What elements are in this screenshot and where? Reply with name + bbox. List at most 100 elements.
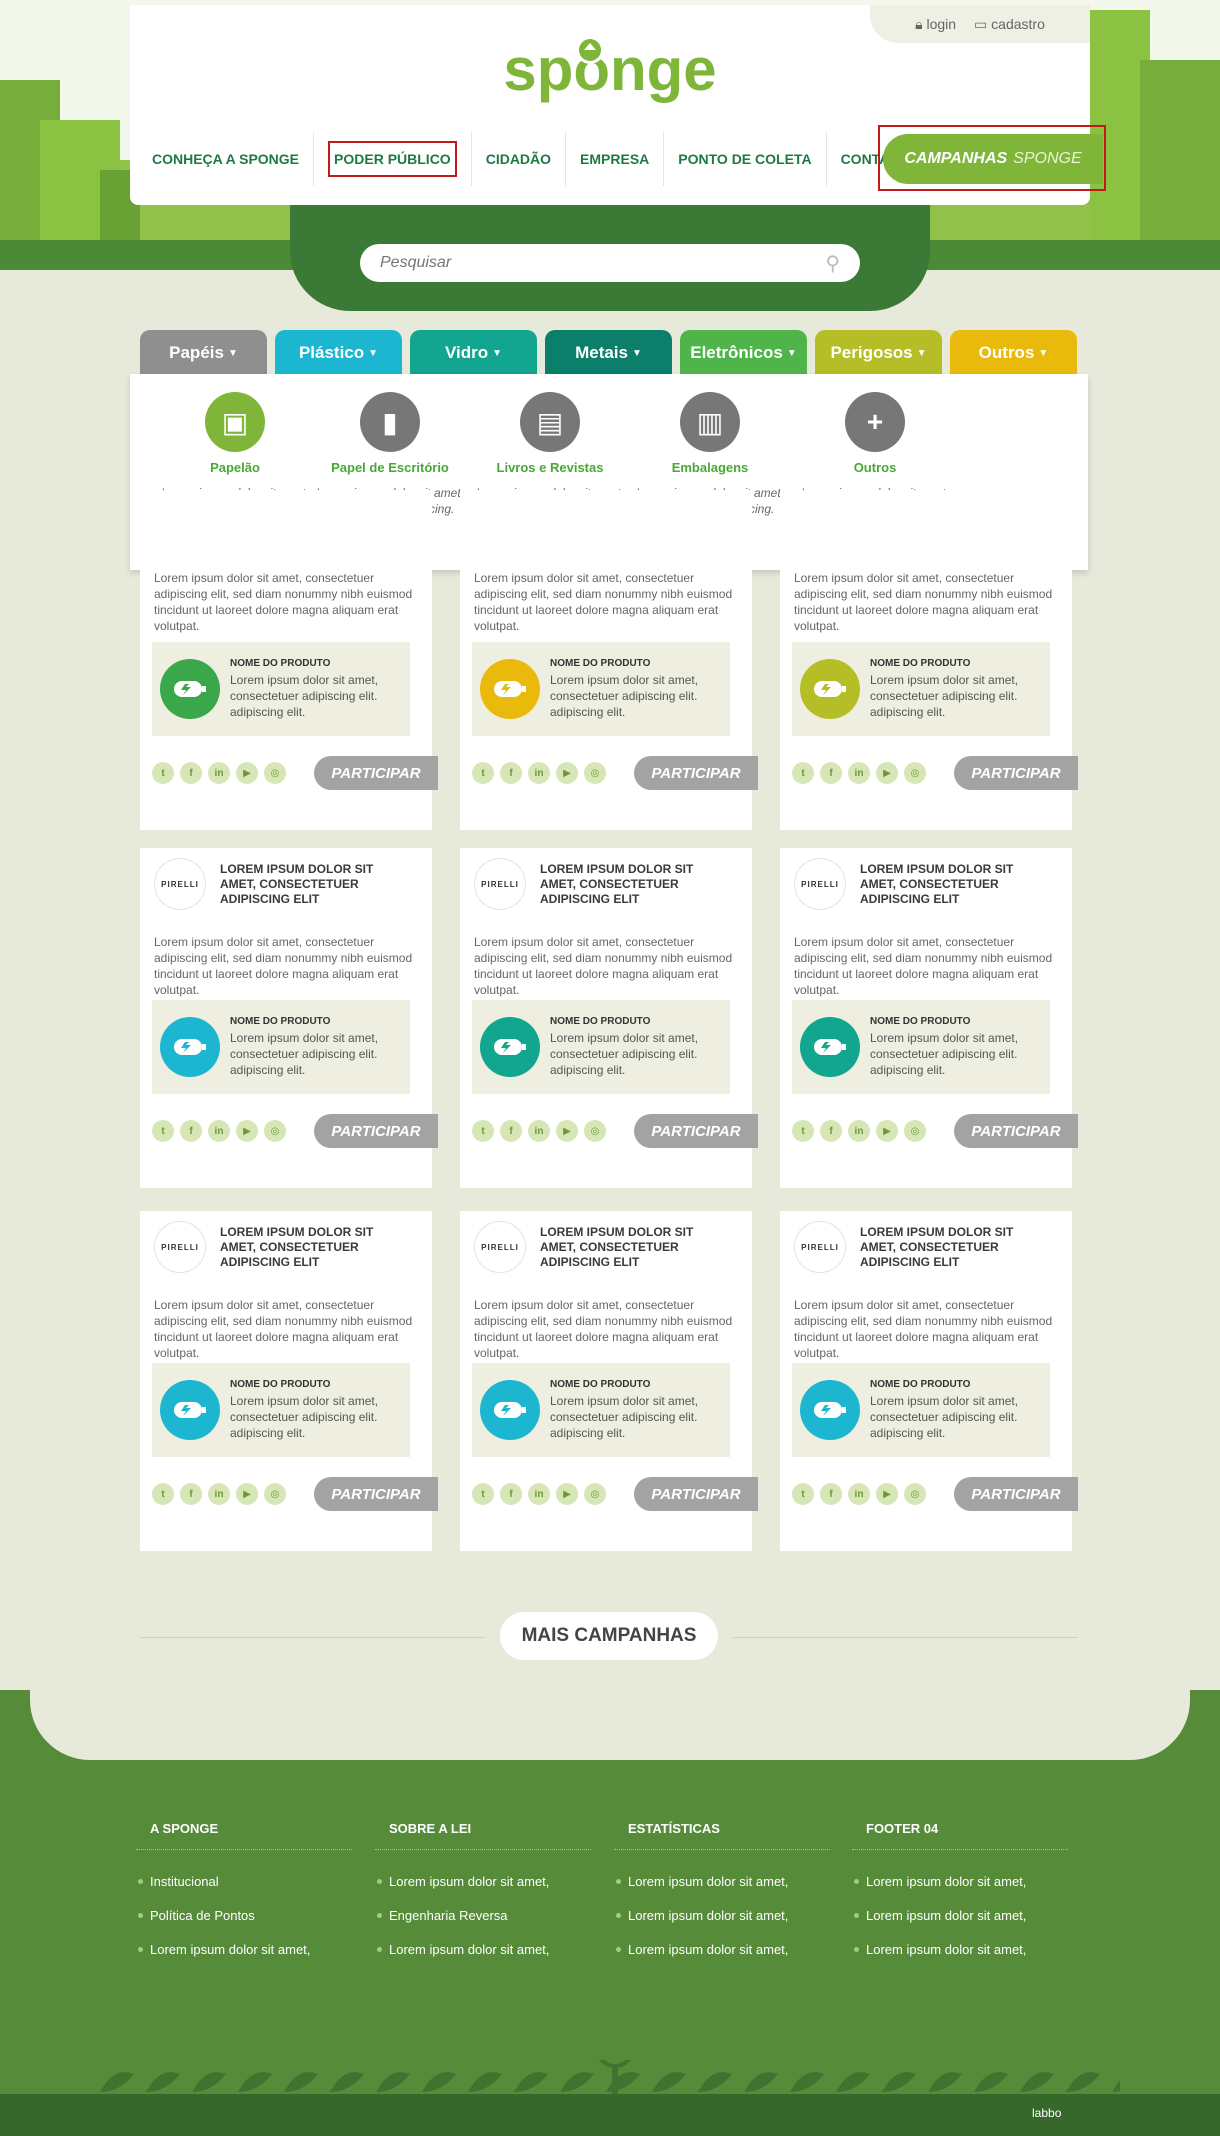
footer-link[interactable]: Institucional bbox=[136, 1864, 352, 1898]
product-name: NOME DO PRODUTO bbox=[870, 658, 971, 669]
facebook-icon[interactable]: f bbox=[820, 1120, 842, 1142]
instagram-icon[interactable]: ◎ bbox=[584, 762, 606, 784]
linkedin-icon[interactable]: in bbox=[528, 1483, 550, 1505]
product-name: NOME DO PRODUTO bbox=[550, 1016, 651, 1027]
footer-link[interactable]: Lorem ipsum dolor sit amet, bbox=[136, 1932, 352, 1966]
footer-link[interactable]: Lorem ipsum dolor sit amet, bbox=[852, 1898, 1068, 1932]
login-link[interactable]: 🔒︎ login bbox=[915, 16, 956, 33]
labbo-credit[interactable]: labbo bbox=[1032, 2106, 1061, 2120]
divider-right bbox=[733, 1637, 1078, 1638]
battery-icon bbox=[160, 659, 220, 719]
tab-4[interactable]: Eletrônicos ▼ bbox=[680, 330, 807, 376]
instagram-icon[interactable]: ◎ bbox=[904, 1120, 926, 1142]
mais-campanhas-button[interactable]: MAIS CAMPANHAS bbox=[500, 1612, 718, 1660]
footer-link[interactable]: Lorem ipsum dolor sit amet, bbox=[375, 1932, 591, 1966]
linkedin-icon[interactable]: in bbox=[848, 1120, 870, 1142]
participar-button[interactable]: PARTICIPAR bbox=[954, 756, 1078, 790]
footer-link[interactable]: Lorem ipsum dolor sit amet, bbox=[375, 1864, 591, 1898]
youtube-icon[interactable]: ▶ bbox=[556, 762, 578, 784]
youtube-icon[interactable]: ▶ bbox=[556, 1483, 578, 1505]
facebook-icon[interactable]: f bbox=[180, 1483, 202, 1505]
cadastro-link[interactable]: ▭ cadastro bbox=[974, 16, 1045, 33]
participar-button[interactable]: PARTICIPAR bbox=[314, 756, 438, 790]
footer-link[interactable]: Engenharia Reversa bbox=[375, 1898, 591, 1932]
linkedin-icon[interactable]: in bbox=[848, 1483, 870, 1505]
facebook-icon[interactable]: f bbox=[820, 1483, 842, 1505]
youtube-icon[interactable]: ▶ bbox=[876, 1120, 898, 1142]
facebook-icon[interactable]: f bbox=[500, 1120, 522, 1142]
participar-button[interactable]: PARTICIPAR bbox=[634, 756, 758, 790]
footer-link[interactable]: Lorem ipsum dolor sit amet, bbox=[852, 1864, 1068, 1898]
instagram-icon[interactable]: ◎ bbox=[904, 1483, 926, 1505]
linkedin-icon[interactable]: in bbox=[208, 762, 230, 784]
social-links: t f in ▶ ◎ bbox=[152, 1120, 286, 1142]
instagram-icon[interactable]: ◎ bbox=[584, 1483, 606, 1505]
twitter-icon[interactable]: t bbox=[792, 1483, 814, 1505]
participar-button[interactable]: PARTICIPAR bbox=[314, 1114, 438, 1148]
twitter-icon[interactable]: t bbox=[792, 762, 814, 784]
linkedin-icon[interactable]: in bbox=[528, 762, 550, 784]
youtube-icon[interactable]: ▶ bbox=[236, 1483, 258, 1505]
youtube-icon[interactable]: ▶ bbox=[556, 1120, 578, 1142]
twitter-icon[interactable]: t bbox=[152, 762, 174, 784]
nav-conheca[interactable]: CONHEÇA A SPONGE bbox=[138, 132, 315, 186]
youtube-icon[interactable]: ▶ bbox=[876, 1483, 898, 1505]
instagram-icon[interactable]: ◎ bbox=[264, 1483, 286, 1505]
footer-link[interactable]: Lorem ipsum dolor sit amet, bbox=[614, 1932, 830, 1966]
nav-poder-publico[interactable]: PODER PÚBLICO bbox=[314, 132, 472, 186]
campaign-card: PIRELLILOREM IPSUM DOLOR SIT AMET, CONSE… bbox=[460, 490, 758, 830]
participar-button[interactable]: PARTICIPAR bbox=[634, 1114, 758, 1148]
instagram-icon[interactable]: ◎ bbox=[584, 1120, 606, 1142]
facebook-icon[interactable]: f bbox=[500, 762, 522, 784]
search-icon[interactable]: ⚲ bbox=[825, 251, 840, 276]
footer-link[interactable]: Política de Pontos bbox=[136, 1898, 352, 1932]
twitter-icon[interactable]: t bbox=[152, 1483, 174, 1505]
dropdown-item-name: Outros bbox=[853, 460, 897, 475]
tab-5[interactable]: Perigosos ▼ bbox=[815, 330, 942, 376]
twitter-icon[interactable]: t bbox=[472, 762, 494, 784]
footer-link[interactable]: Lorem ipsum dolor sit amet, bbox=[614, 1864, 830, 1898]
sponge-logo[interactable]: sponge bbox=[500, 28, 720, 108]
instagram-icon[interactable]: ◎ bbox=[264, 762, 286, 784]
nav-empresa[interactable]: EMPRESA bbox=[566, 132, 665, 186]
card-title: LOREM IPSUM DOLOR SIT AMET, CONSECTETUER… bbox=[540, 1224, 694, 1269]
participar-button[interactable]: PARTICIPAR bbox=[314, 1477, 438, 1511]
linkedin-icon[interactable]: in bbox=[848, 762, 870, 784]
footer-link[interactable]: Lorem ipsum dolor sit amet, bbox=[614, 1898, 830, 1932]
dropdown-item-name: Papel de Escritório bbox=[331, 460, 449, 475]
search-input[interactable] bbox=[380, 254, 800, 272]
dropdown-item-name: Livros e Revistas bbox=[496, 460, 604, 475]
twitter-icon[interactable]: t bbox=[152, 1120, 174, 1142]
campanhas-sponge-button[interactable]: CAMPANHAS SPONGE bbox=[883, 134, 1103, 184]
tab-1[interactable]: Plástico ▼ bbox=[275, 330, 402, 376]
youtube-icon[interactable]: ▶ bbox=[876, 762, 898, 784]
twitter-icon[interactable]: t bbox=[472, 1483, 494, 1505]
tab-3[interactable]: Metais ▼ bbox=[545, 330, 672, 376]
linkedin-icon[interactable]: in bbox=[208, 1120, 230, 1142]
nav-cidadao[interactable]: CIDADÃO bbox=[472, 132, 567, 186]
footer-link[interactable]: Lorem ipsum dolor sit amet, bbox=[852, 1932, 1068, 1966]
youtube-icon[interactable]: ▶ bbox=[236, 1120, 258, 1142]
linkedin-icon[interactable]: in bbox=[528, 1120, 550, 1142]
facebook-icon[interactable]: f bbox=[820, 762, 842, 784]
tab-6[interactable]: Outros ▼ bbox=[950, 330, 1077, 376]
tab-0[interactable]: Papéis ▼ bbox=[140, 330, 267, 376]
tab-2[interactable]: Vidro ▼ bbox=[410, 330, 537, 376]
instagram-icon[interactable]: ◎ bbox=[264, 1120, 286, 1142]
facebook-icon[interactable]: f bbox=[500, 1483, 522, 1505]
logo-text: sponge bbox=[503, 36, 716, 103]
search-box: ⚲ bbox=[360, 244, 860, 282]
card-title: LOREM IPSUM DOLOR SIT AMET, CONSECTETUER… bbox=[220, 861, 374, 906]
participar-button[interactable]: PARTICIPAR bbox=[954, 1477, 1078, 1511]
nav-ponto-coleta[interactable]: PONTO DE COLETA bbox=[664, 132, 827, 186]
linkedin-icon[interactable]: in bbox=[208, 1483, 230, 1505]
product-desc: Lorem ipsum dolor sit amet, consectetuer… bbox=[870, 673, 1019, 719]
twitter-icon[interactable]: t bbox=[472, 1120, 494, 1142]
youtube-icon[interactable]: ▶ bbox=[236, 762, 258, 784]
twitter-icon[interactable]: t bbox=[792, 1120, 814, 1142]
instagram-icon[interactable]: ◎ bbox=[904, 762, 926, 784]
facebook-icon[interactable]: f bbox=[180, 762, 202, 784]
participar-button[interactable]: PARTICIPAR bbox=[954, 1114, 1078, 1148]
facebook-icon[interactable]: f bbox=[180, 1120, 202, 1142]
participar-button[interactable]: PARTICIPAR bbox=[634, 1477, 758, 1511]
